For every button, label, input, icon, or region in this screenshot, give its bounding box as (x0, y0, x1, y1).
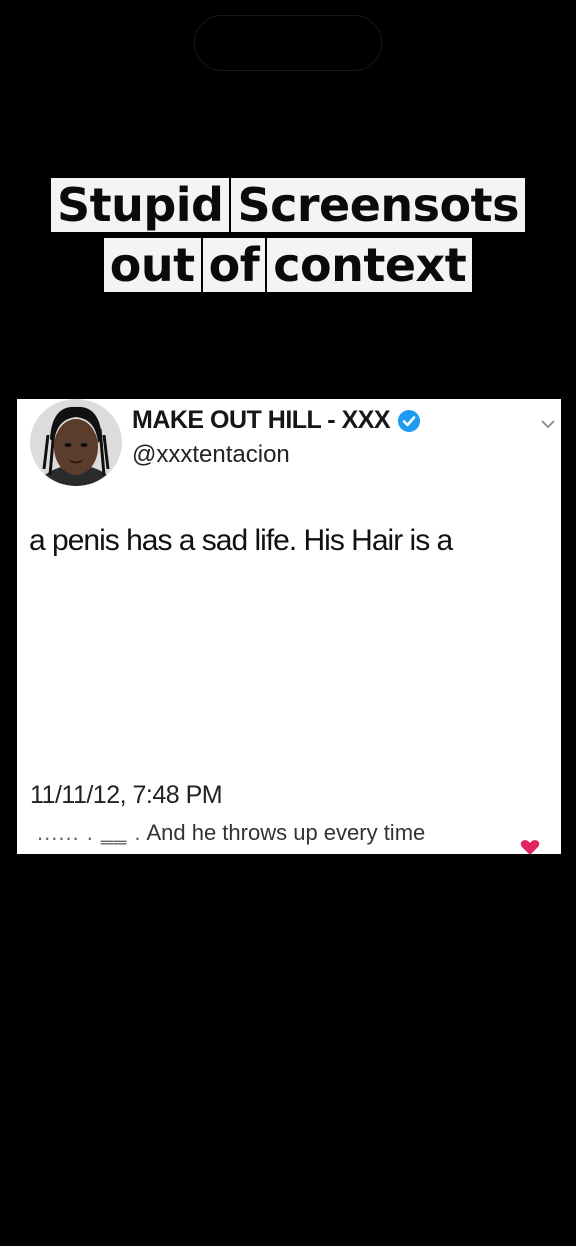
caption-word: out (103, 238, 201, 292)
dynamic-island (194, 15, 382, 71)
chevron-down-icon[interactable] (541, 419, 555, 429)
display-name[interactable]: MAKE OUT HILL - XXX (132, 406, 391, 435)
meme-caption: Stupid Screensots out of context (0, 178, 576, 298)
avatar[interactable] (30, 399, 122, 486)
caption-word: Screensots (231, 178, 526, 232)
caption-word: Stupid (50, 178, 230, 232)
tweet-timestamp: 11/11/12, 7:48 PM (30, 781, 223, 809)
subtitle-faded-text: ...... . ‗‗ . (37, 820, 142, 845)
caption-line-1: Stupid Screensots (0, 178, 576, 232)
caption-word: of (202, 238, 266, 292)
caption-line-2: out of context (0, 238, 576, 292)
subtitle-text: And he throws up every time (146, 820, 426, 845)
caption-word: context (267, 238, 473, 292)
tweet-author[interactable]: MAKE OUT HILL - XXX (132, 406, 421, 435)
verified-badge-icon (398, 409, 421, 432)
video-subtitle: ...... . ‗‗ . And he throws up every tim… (37, 820, 425, 846)
avatar-portrait-icon (30, 399, 122, 486)
heart-icon[interactable] (520, 839, 540, 854)
tweet-body: a penis has a sad life. His Hair is a (29, 524, 453, 557)
user-handle[interactable]: @xxxtentacion (132, 441, 290, 469)
tweet-screenshot: MAKE OUT HILL - XXX @xxxtentacion a peni… (17, 399, 561, 854)
